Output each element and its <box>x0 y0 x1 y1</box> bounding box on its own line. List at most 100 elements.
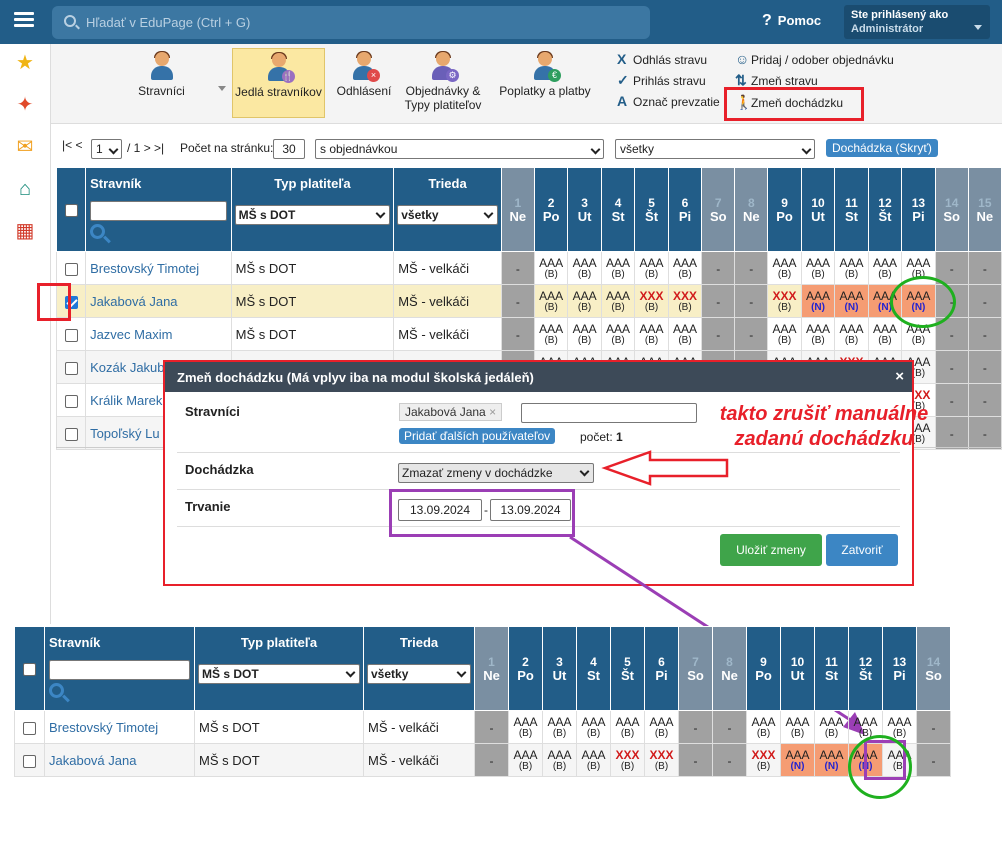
row-checkbox[interactable] <box>23 754 36 768</box>
table-row[interactable]: Jakabová Jana MŠ s DOT MŠ - velkáči - AAA (B)… <box>55 284 1002 318</box>
row-checkbox[interactable] <box>64 427 78 441</box>
class-filter-select[interactable]: všetky <box>367 664 471 684</box>
meal-cell[interactable]: AAA(B) <box>508 743 543 777</box>
meal-cell[interactable]: AAA(B) <box>814 710 849 744</box>
meal-cell[interactable]: - <box>967 416 1002 450</box>
attendance-select[interactable]: Zmazať zmeny v dochádzke <box>398 463 594 483</box>
next-page-link[interactable]: > <box>144 141 151 155</box>
meal-cell[interactable]: AAA(B) <box>567 251 602 285</box>
name-filter-input[interactable] <box>49 660 190 680</box>
diner-name-link[interactable]: Topoľský Lu <box>90 426 160 441</box>
meal-cell[interactable]: XXX(B) <box>767 284 802 318</box>
save-button[interactable]: Uložiť zmeny <box>720 534 822 566</box>
meal-cell[interactable]: - <box>712 743 747 777</box>
type-filter-select[interactable]: MŠ s DOT <box>198 664 360 684</box>
meal-cell[interactable]: AAA(B) <box>533 317 569 351</box>
meal-cell[interactable]: AAA(B) <box>867 317 903 351</box>
meal-cell[interactable]: - <box>934 350 969 384</box>
search-input[interactable]: Hľadať v EduPage (Ctrl + G) <box>52 6 650 39</box>
meal-cell[interactable]: XXX(B) <box>667 284 703 318</box>
magic-wand-icon[interactable]: ✦ <box>14 94 36 116</box>
search-icon[interactable] <box>49 683 64 698</box>
meal-cell[interactable]: AAA(B) <box>667 317 703 351</box>
meal-cell[interactable]: AAA(B) <box>634 317 669 351</box>
per-page-input[interactable]: 30 <box>273 139 305 159</box>
add-user-input[interactable] <box>521 403 697 423</box>
orders-button[interactable]: ⚙ Objednávky & Typy platiteľov <box>403 48 483 118</box>
meal-cell[interactable]: AAA(B) <box>610 710 645 744</box>
meal-cell[interactable]: - <box>734 284 769 318</box>
meal-cell[interactable]: - <box>678 743 713 777</box>
name-filter-input[interactable] <box>90 201 227 221</box>
meal-cell[interactable]: AAA(B) <box>834 251 869 285</box>
meal-cell[interactable]: AAA(B) <box>746 710 781 744</box>
mark-pickup-item[interactable]: A Označ prevzatie <box>617 92 720 110</box>
home-icon[interactable]: ⌂ <box>14 178 36 200</box>
type-filter-select[interactable]: MŠ s DOT <box>234 205 391 225</box>
remove-tag-icon[interactable]: × <box>489 405 496 419</box>
meal-cell[interactable]: AAA(B) <box>576 743 611 777</box>
meal-cell[interactable]: AAA(B) <box>576 710 611 744</box>
all-filter-select[interactable]: všetky <box>615 139 815 159</box>
close-button[interactable]: Zatvoriť <box>826 534 898 566</box>
diner-name-link[interactable]: Jakabová Jana <box>49 753 136 768</box>
meal-cell[interactable]: AAA(B) <box>800 251 836 285</box>
add-remove-order-item[interactable]: ☺ Pridaj / odober objednávku <box>735 50 894 68</box>
meal-cell[interactable]: - <box>678 710 713 744</box>
meal-cell[interactable]: - <box>701 251 736 285</box>
star-icon[interactable]: ★ <box>14 52 36 74</box>
diner-name-link[interactable]: Jakabová Jana <box>90 294 177 309</box>
mail-icon[interactable]: ✉ <box>14 136 36 158</box>
diners-meals-button[interactable]: 🍴 Jedlá stravníkov <box>232 48 325 118</box>
meal-cell[interactable]: AAA(B) <box>780 710 815 744</box>
prev-page-link[interactable]: < <box>75 138 82 152</box>
row-checkbox[interactable] <box>64 361 78 375</box>
select-all-checkbox[interactable] <box>64 204 78 218</box>
meal-cell[interactable]: AAA(B) <box>667 251 703 285</box>
menu-icon[interactable] <box>14 12 34 28</box>
table-row[interactable]: Jakabová Jana MŠ s DOT MŠ - velkáči - AAA (B)… <box>14 743 951 777</box>
meal-cell[interactable]: AAA (N) <box>780 743 815 777</box>
subscribe-meal-item[interactable]: ✓ Prihlás stravu <box>617 71 706 89</box>
meal-cell[interactable]: AAA(B) <box>508 710 543 744</box>
meal-cell[interactable]: XXX(B) <box>746 743 781 777</box>
meal-cell[interactable]: AAA(B) <box>634 251 669 285</box>
meal-cell[interactable]: AAA(B) <box>567 317 602 351</box>
meal-cell[interactable]: AAA(B) <box>800 317 836 351</box>
meal-cell[interactable]: AAA(B) <box>542 710 577 744</box>
close-icon[interactable]: × <box>895 368 904 385</box>
meal-cell[interactable]: - <box>500 317 535 351</box>
meal-cell[interactable]: AAA(B) <box>533 251 569 285</box>
meal-cell[interactable]: - <box>967 251 1002 285</box>
meal-cell[interactable]: - <box>474 743 509 777</box>
meal-cell[interactable]: AAA(B) <box>600 317 636 351</box>
meal-cell[interactable]: AAA (N) <box>834 284 869 318</box>
page-select[interactable]: 1 <box>91 139 122 159</box>
meal-cell[interactable]: - <box>500 251 535 285</box>
meal-cell[interactable]: AAA (N) <box>814 743 849 777</box>
meal-cell[interactable]: AAA(B) <box>767 317 802 351</box>
first-page-link[interactable]: |< <box>62 138 72 152</box>
meal-cell[interactable]: AAA(B) <box>834 317 869 351</box>
meal-cell[interactable]: - <box>712 710 747 744</box>
diner-name-link[interactable]: Brestovský Timotej <box>90 261 199 276</box>
fees-button[interactable]: € Poplatky a platby <box>495 48 595 118</box>
diner-name-link[interactable]: Kozák Jakub <box>90 360 164 375</box>
attendance-toggle-button[interactable]: Dochádzka (Skryť) <box>826 139 938 157</box>
search-icon[interactable] <box>90 224 106 239</box>
user-menu[interactable]: Ste prihlásený ako Administrátor <box>844 5 990 39</box>
meal-cell[interactable]: - <box>701 317 736 351</box>
meal-cell[interactable]: - <box>701 284 736 318</box>
help-link[interactable]: ? Pomoc <box>762 12 821 30</box>
meal-cell[interactable]: - <box>734 251 769 285</box>
class-filter-select[interactable]: všetky <box>397 205 498 225</box>
table-row[interactable]: Jazvec Maxim MŠ s DOT MŠ - velkáči - AAA (B) A… <box>55 317 1002 351</box>
meal-cell[interactable]: - <box>967 383 1002 417</box>
meal-cell[interactable]: AAA(B) <box>767 251 802 285</box>
meal-cell[interactable]: - <box>967 317 1002 351</box>
meal-cell[interactable]: - <box>474 710 509 744</box>
diners-button[interactable]: Stravníci <box>99 48 226 118</box>
row-checkbox[interactable] <box>64 394 78 408</box>
select-all-checkbox[interactable] <box>23 663 36 677</box>
diner-name-link[interactable]: Králik Marek <box>90 393 162 408</box>
